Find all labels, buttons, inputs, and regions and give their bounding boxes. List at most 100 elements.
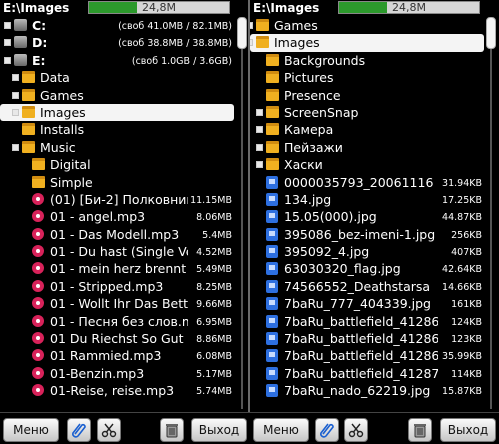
expand-toggle-icon[interactable] — [256, 143, 263, 151]
left-scroll-thumb[interactable] — [237, 17, 247, 49]
item-name: ScreenSnap — [284, 104, 359, 120]
item-name: Music — [40, 139, 76, 155]
file-row[interactable]: 134.jpg 17.25KB — [250, 191, 484, 208]
expand-toggle-icon[interactable] — [256, 108, 263, 116]
folder-row[interactable]: Камера — [250, 121, 484, 138]
file-size: 9.66MB — [196, 299, 232, 311]
file-row[interactable]: 15.05(000).jpg 44.87KB — [250, 208, 484, 225]
right-scroll-thumb[interactable] — [486, 17, 496, 49]
folder-icon — [22, 71, 35, 84]
folder-row[interactable]: Games — [0, 87, 234, 104]
left-scrollbar[interactable] — [237, 17, 247, 409]
file-row[interactable]: 7baRu_nado_62219.jpg 15.87KB — [250, 382, 484, 399]
file-size: 407KB — [451, 247, 482, 259]
item-name: 01 - mein herz brennt — [50, 261, 187, 277]
file-row[interactable]: 7baRu_battlefield_41286 123KB — [250, 330, 484, 347]
right-exit-button[interactable]: Выход — [440, 418, 496, 442]
left-cut-button[interactable] — [97, 418, 121, 442]
file-size: 11.15MB — [190, 194, 232, 206]
item-name: Pictures — [284, 70, 334, 86]
file-row[interactable]: 01 - Wollt Ihr Das Bett 9.66MB — [0, 295, 234, 312]
file-size: 5.49MB — [196, 264, 232, 276]
image-file-icon — [266, 175, 278, 189]
trash-icon — [166, 424, 178, 438]
folder-row[interactable]: Presence — [250, 87, 484, 104]
left-clip-button[interactable] — [67, 418, 91, 442]
file-row[interactable]: 01 - Du hast (Single Ve 4.52MB — [0, 243, 234, 260]
folder-icon — [22, 140, 35, 153]
image-file-icon — [266, 279, 278, 293]
file-size: 8.25MB — [196, 281, 232, 293]
file-row[interactable]: 01 - Stripped.mp3 8.25MB — [0, 278, 234, 295]
folder-row[interactable]: Games — [250, 17, 484, 34]
file-row[interactable]: 7baRu_battlefield_41287 114KB — [250, 365, 484, 382]
right-path: E:\Images — [253, 1, 320, 15]
right-scroll-track[interactable] — [490, 17, 492, 409]
folder-row[interactable]: Images — [0, 103, 234, 122]
folder-row[interactable]: Images — [250, 34, 484, 52]
image-file-icon — [266, 384, 278, 398]
folder-row[interactable]: Pictures — [250, 69, 484, 86]
file-row[interactable]: 01 - Das Modell.mp3 5.4MB — [0, 226, 234, 243]
file-row[interactable]: 01-Reise, reise.mp3 5.74MB — [0, 382, 234, 399]
file-row[interactable]: (01) [Би-2] Полковнику 11.15MB — [0, 191, 234, 208]
folder-icon — [266, 71, 279, 84]
item-name: 01 - Stripped.mp3 — [50, 278, 164, 294]
file-row[interactable]: 0000035793_20061116 31.94KB — [250, 174, 484, 191]
left-delete-button[interactable] — [160, 418, 184, 442]
drive-row[interactable]: E: (своб 1.0GB / 3.6GB) — [0, 52, 234, 69]
folder-row[interactable]: Data — [0, 69, 234, 86]
paperclip-icon — [72, 423, 86, 438]
expand-toggle-icon[interactable] — [4, 39, 11, 47]
folder-row[interactable]: ScreenSnap — [250, 104, 484, 121]
expand-toggle-icon[interactable] — [12, 143, 19, 151]
right-file-list: Games Images Backgrounds Pictures Presence Sc… — [250, 17, 484, 400]
folder-row[interactable]: Music — [0, 139, 234, 156]
right-scrollbar[interactable] — [486, 17, 496, 409]
left-menu-button[interactable]: Меню — [3, 418, 59, 442]
file-row[interactable]: 01 Rammied.mp3 6.08MB — [0, 347, 234, 364]
file-row[interactable]: 395092_4.jpg 407KB — [250, 243, 484, 260]
file-row[interactable]: 01 - mein herz brennt 5.49MB — [0, 260, 234, 277]
file-row[interactable]: 7baRu_battlefield_41286 124KB — [250, 313, 484, 330]
right-clip-button[interactable] — [315, 418, 339, 442]
drive-icon — [14, 19, 27, 31]
expand-toggle-icon[interactable] — [12, 74, 19, 82]
expand-toggle-icon[interactable] — [256, 161, 263, 169]
drive-row[interactable]: C: (своб 41.0MB / 82.1MB) — [0, 17, 234, 34]
expand-toggle-icon[interactable] — [4, 22, 11, 29]
file-row[interactable]: 74566552_Deathstarsa 14.66KB — [250, 278, 484, 295]
folder-row[interactable]: Хаски — [250, 156, 484, 173]
right-cut-button[interactable] — [344, 418, 368, 442]
expand-toggle-icon[interactable] — [256, 126, 263, 134]
drive-row[interactable]: D: (своб 38.8MB / 38.8MB) — [0, 34, 234, 51]
folder-row[interactable]: Digital — [0, 156, 234, 173]
file-row[interactable]: 01 - Песня без слов.m 6.95MB — [0, 313, 234, 330]
folder-row[interactable]: Installs — [0, 121, 234, 138]
file-row[interactable]: 7baRu_777_404339.jpg 161KB — [250, 295, 484, 312]
expand-toggle-icon[interactable] — [4, 56, 11, 64]
right-menu-button[interactable]: Меню — [253, 418, 309, 442]
left-scroll-track[interactable] — [241, 17, 243, 409]
file-row[interactable]: 01-Benzin.mp3 5.17MB — [0, 365, 234, 382]
file-row[interactable]: 01 Du Riechst So Gut 8.86MB — [0, 330, 234, 347]
expand-toggle-icon[interactable] — [12, 108, 19, 116]
file-size: 8.06MB — [196, 212, 232, 224]
right-header: E:\Images 24,8M — [250, 0, 499, 16]
expand-toggle-icon[interactable] — [250, 22, 253, 29]
folder-row[interactable]: Backgrounds — [250, 52, 484, 69]
folder-row[interactable]: Simple — [0, 174, 234, 191]
item-name: 01-Reise, reise.mp3 — [50, 383, 175, 399]
expand-toggle-icon[interactable] — [12, 91, 19, 99]
expand-toggle-icon[interactable] — [250, 39, 253, 47]
file-row[interactable]: 395086_bez-imeni-1.jpg 256KB — [250, 226, 484, 243]
file-row[interactable]: 01 - angel.mp3 8.06MB — [0, 208, 234, 225]
left-exit-button[interactable]: Выход — [191, 418, 247, 442]
item-name: Simple — [50, 174, 93, 190]
folder-row[interactable]: Пейзажи — [250, 139, 484, 156]
right-delete-button[interactable] — [408, 418, 432, 442]
folder-icon — [32, 158, 45, 171]
file-row[interactable]: 7baRu_battlefield_41286 35.99KB — [250, 347, 484, 364]
item-name: 01-Benzin.mp3 — [50, 365, 145, 381]
file-row[interactable]: 63030320_flag.jpg 42.64KB — [250, 260, 484, 277]
